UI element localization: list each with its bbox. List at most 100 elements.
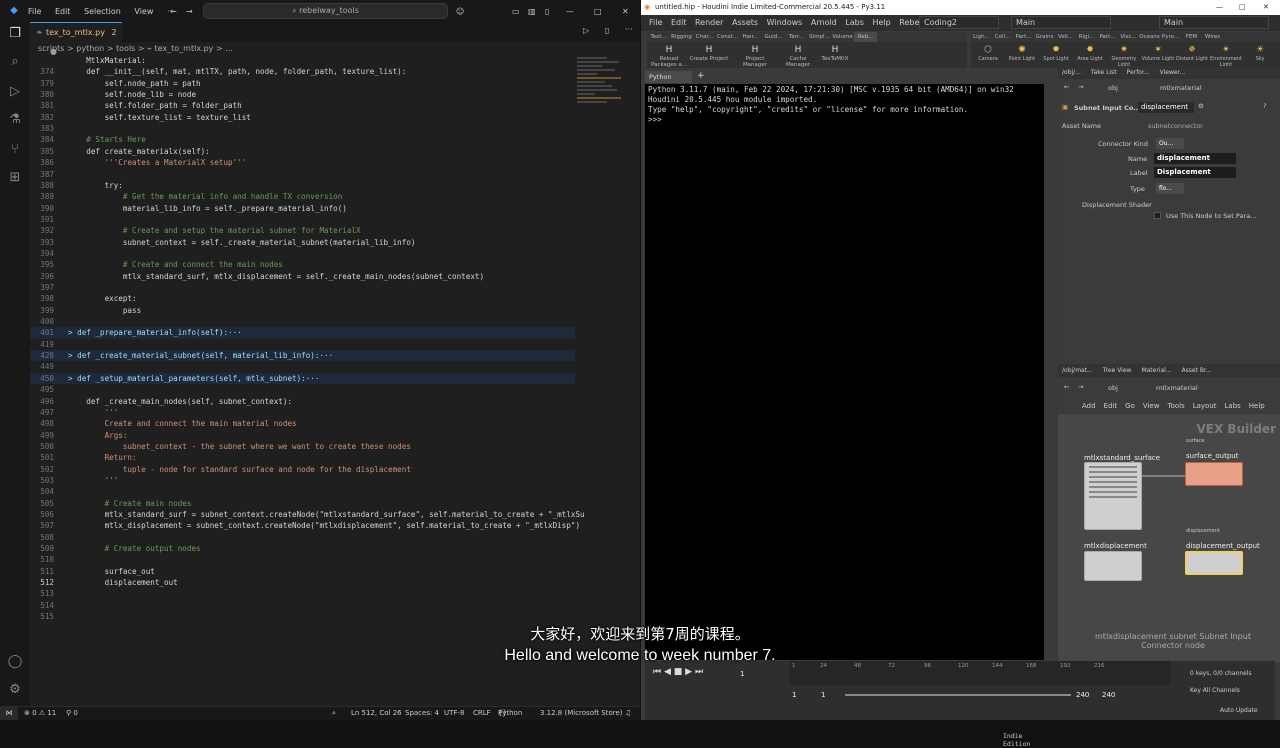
maximize-icon[interactable]: □ (594, 7, 602, 16)
node-mtlxdisplacement[interactable] (1084, 551, 1142, 581)
shelf-tab[interactable]: Pyro... (1160, 32, 1181, 42)
shelf-tab[interactable]: Guid... (762, 32, 785, 42)
ports-indicator[interactable]: ⚲ 0 (66, 707, 78, 720)
shelf-tab[interactable]: Hair... (739, 32, 762, 42)
indent-setting[interactable]: Spaces: 4 (405, 707, 439, 720)
use-node-checkbox[interactable] (1154, 212, 1161, 219)
problems-indicator[interactable]: ⊗ 0 ⚠ 11 (24, 707, 56, 720)
code-line[interactable]: 389 # Get the material info and handle T… (30, 191, 575, 202)
tool-cache-manager[interactable]: H Cache Manager (778, 44, 818, 68)
shelf-tab[interactable]: Rigi... (1076, 32, 1097, 42)
code-line[interactable]: 379 self.node_path = path (30, 78, 575, 89)
code-line[interactable]: 394 (30, 248, 575, 259)
tool-geometry-light[interactable]: ✷ Geometry Light (1107, 44, 1141, 68)
label-field[interactable]: Displacement (1154, 167, 1236, 178)
main-select-2[interactable]: Main (1159, 16, 1269, 29)
key-all-button[interactable]: Key All Channels (1190, 687, 1240, 694)
tool-distant-light[interactable]: ✵ Distant Light (1175, 44, 1209, 62)
shelf-tab[interactable]: FEM (1181, 32, 1202, 42)
code-line[interactable]: 499 Args: (30, 430, 575, 441)
breadcrumb[interactable]: scripts > python > tools > ⌁ tex_to_mtlx… (38, 43, 233, 55)
shelf-tab[interactable]: Terr... (785, 32, 808, 42)
split-editor-icon[interactable]: ▯ (605, 26, 609, 35)
code-line[interactable]: 511 surface_out (30, 566, 575, 577)
hmenu-edit[interactable]: Edit (671, 18, 687, 27)
ntab[interactable]: Asset Br... (1182, 364, 1212, 377)
layout3-icon[interactable]: ▯ (545, 7, 549, 16)
interpreter[interactable]: 3.12.8 (Microsoft Store) (540, 707, 623, 720)
net-menu-item[interactable]: Edit (1104, 402, 1118, 410)
start-frame[interactable]: 1 (792, 691, 796, 699)
zoom-icon[interactable]: ⌕ (332, 707, 336, 720)
code-line[interactable]: 498 Create and connect the main material… (30, 418, 575, 429)
back-arrow-icon[interactable]: ← (170, 7, 177, 16)
extensions-icon[interactable]: ⊞ (7, 170, 23, 186)
ntab[interactable]: /obj/mat... (1062, 364, 1093, 377)
tool-project-manager[interactable]: H Project Manager (735, 44, 775, 68)
hmenu-render[interactable]: Render (695, 18, 723, 27)
tool-textomtlx[interactable]: H TexToMtlX (815, 44, 855, 62)
code-line[interactable]: 397 (30, 282, 575, 293)
shelf-tab[interactable]: Coll... (992, 32, 1013, 42)
gear-icon[interactable]: ⚙ (1198, 102, 1204, 110)
path-node[interactable]: mtlxmaterial (1160, 84, 1202, 92)
code-line[interactable]: 401 > def _prepare_material_info(self):··… (30, 327, 575, 339)
code-line[interactable]: 502 tuple - node for standard surface an… (30, 464, 575, 475)
code-line[interactable]: 450 > def _setup_material_parameters(self… (30, 372, 575, 385)
main-select[interactable]: Main (1011, 16, 1111, 29)
net-menu-item[interactable]: Help (1249, 402, 1265, 410)
sticky-scroll-header[interactable]: MtlxMaterial: (30, 55, 575, 66)
more-actions-icon[interactable]: ··· (625, 25, 633, 34)
path-node[interactable]: mtlxmaterial (1156, 384, 1198, 392)
end-frame[interactable]: 240 (1076, 691, 1089, 699)
shelf-tab[interactable]: Grains (1034, 32, 1055, 42)
code-line[interactable]: 383 (30, 123, 575, 134)
jump-start-icon[interactable]: ⏮ (653, 667, 661, 677)
node-name-field[interactable]: displacement (1138, 102, 1194, 113)
hmenu-help[interactable]: Help (872, 18, 890, 27)
code-line[interactable]: 382 self.texture_list = texture_list (30, 112, 575, 123)
code-editor[interactable]: MtlxMaterial: 374 def __init__(self, mat,… (30, 55, 585, 625)
minimize-icon[interactable]: — (1216, 0, 1223, 15)
code-line[interactable]: 495 (30, 384, 575, 395)
shelf-tab[interactable]: Rigging (670, 32, 693, 42)
jump-end-icon[interactable]: ⏭ (695, 667, 703, 677)
code-line[interactable]: 515 (30, 611, 575, 622)
tool-sky[interactable]: ☀ Sky (1243, 44, 1277, 62)
tab-python-shell[interactable]: Python Shell✕ (645, 71, 692, 93)
code-line[interactable]: 398 except: (30, 293, 575, 304)
code-line[interactable]: 391 (30, 214, 575, 225)
hmenu-arnold[interactable]: Arnold (811, 18, 837, 27)
code-line[interactable]: 507 mtlx_displacement = subnet_context.c… (30, 520, 580, 531)
layout-icon[interactable]: ▭ (512, 7, 520, 16)
close-icon[interactable]: ✕ (622, 7, 629, 16)
minimize-icon[interactable]: — (566, 7, 574, 16)
code-line[interactable]: 400 (30, 316, 575, 327)
path-obj[interactable]: obj (1108, 84, 1118, 92)
code-line[interactable]: 509 # Create output nodes (30, 543, 575, 554)
range-slider[interactable] (845, 694, 1071, 696)
code-line[interactable]: 514 (30, 600, 575, 611)
code-line[interactable]: 508 (30, 532, 575, 543)
code-line[interactable]: 392 # Create and setup the material subn… (30, 225, 575, 236)
shelf-tab[interactable]: Visc... (1118, 32, 1139, 42)
settings-gear-icon[interactable]: ⚙ (7, 682, 23, 698)
ptab[interactable]: Take List (1091, 66, 1117, 79)
ptab[interactable]: Viewer... (1160, 66, 1186, 79)
shelf-tab[interactable]: Ligh... (971, 32, 992, 42)
forward-arrow-icon[interactable]: → (1078, 383, 1083, 391)
node-mtlxstandard-surface[interactable] (1084, 462, 1142, 530)
code-line[interactable]: 506 mtlx_standard_surf = subnet_context.… (30, 509, 584, 520)
code-line[interactable]: 386 '''Creates a MaterialX setup''' (30, 157, 575, 168)
menu-selection[interactable]: Selection (84, 7, 121, 16)
notifications-icon[interactable]: ♫ (625, 707, 631, 720)
code-line[interactable]: 501 Return: (30, 452, 575, 463)
tab-tex-to-mtlx[interactable]: ❧ tex_to_mtlx.py 2 ● (30, 22, 122, 56)
net-menu-item[interactable]: Labs (1225, 402, 1241, 410)
shelf-tab[interactable]: Wires (1202, 32, 1223, 42)
shelf-tab-active[interactable]: Reb... (854, 32, 877, 42)
code-line[interactable]: 512 displacement_out (30, 577, 575, 588)
ntab[interactable]: Tree View (1103, 364, 1132, 377)
shelf-tab[interactable]: Oceans (1139, 32, 1160, 42)
shelf-tab[interactable]: Part... (1097, 32, 1118, 42)
